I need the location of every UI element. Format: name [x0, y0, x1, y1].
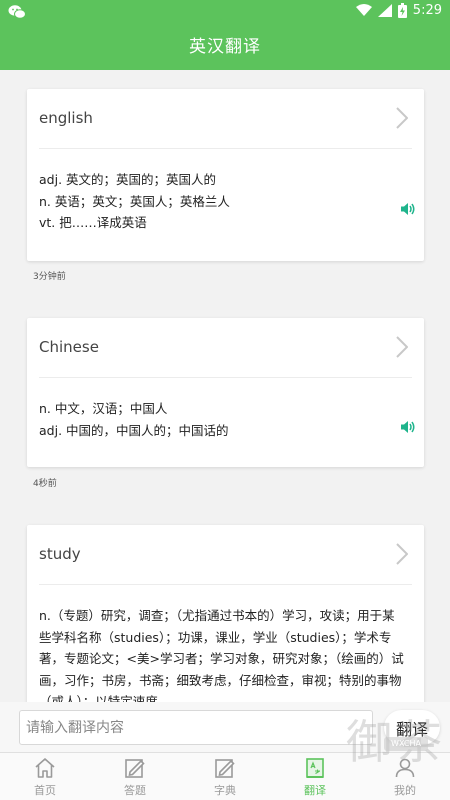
- translate-icon: [306, 758, 324, 778]
- page-title: 英汉翻译: [0, 24, 450, 70]
- nav-item-translate[interactable]: 翻译: [270, 753, 360, 800]
- nav-label: 答题: [124, 784, 146, 797]
- watermark-badge: WXCHA: [384, 737, 428, 751]
- word-text: english: [39, 109, 93, 127]
- definitions: adj. 英文的；英国的；英国人的 n. 英语；英文；英国人；英格兰人 vt. …: [27, 149, 424, 234]
- nav-label: 我的: [394, 784, 416, 797]
- definitions: n.（专题）研究，调查；（尤指通过书本的）学习，攻读；用于某些学科名称（stud…: [27, 585, 424, 702]
- nav-label: 字典: [214, 784, 236, 797]
- word-row[interactable]: english: [39, 89, 412, 149]
- home-icon: [35, 758, 55, 778]
- timestamp: 3分钟前: [33, 272, 66, 282]
- bottom-nav: 首页 答题 字典 翻译 我的: [0, 752, 450, 800]
- definition-line: n. 中文，汉语；中国人: [39, 401, 168, 416]
- wechat-icon: [8, 5, 26, 19]
- chevron-right-icon[interactable]: [396, 336, 408, 358]
- nav-item-me[interactable]: 我的: [360, 753, 450, 800]
- history-card[interactable]: Chinese n. 中文，汉语；中国人 adj. 中国的，中国人的；中国话的: [27, 318, 424, 467]
- signal-icon: [377, 4, 392, 17]
- user-icon: [395, 758, 415, 778]
- wifi-icon: [355, 4, 372, 16]
- speaker-icon[interactable]: [400, 201, 416, 217]
- input-bar: 翻译: [0, 702, 450, 752]
- translate-input[interactable]: [19, 710, 373, 745]
- nav-label: 首页: [34, 784, 56, 797]
- timestamp: 4秒前: [33, 479, 57, 489]
- definition-line: adj. 英文的；英国的；英国人的: [39, 172, 217, 187]
- definition-line: adj. 中国的，中国人的；中国话的: [39, 422, 229, 438]
- definition-line: vt. 把……译成英语: [39, 215, 147, 230]
- edit-icon: [125, 759, 145, 778]
- word-text: Chinese: [39, 338, 99, 356]
- status-bar: 5:29: [0, 0, 450, 24]
- definitions: n. 中文，汉语；中国人 adj. 中国的，中国人的；中国话的: [27, 378, 424, 441]
- word-text: study: [39, 545, 81, 563]
- history-list[interactable]: english adj. 英文的；英国的；英国人的 n. 英语；英文；英国人；英…: [0, 70, 450, 702]
- status-time: 5:29: [412, 3, 442, 18]
- chevron-right-icon[interactable]: [396, 543, 408, 565]
- nav-item-home[interactable]: 首页: [0, 753, 90, 800]
- definition-text: n.（专题）研究，调查；（尤指通过书本的）学习，攻读；用于某些学科名称（stud…: [39, 608, 404, 702]
- definition-line: n. 英语；英文；英国人；英格兰人: [39, 193, 230, 209]
- dictionary-icon: [215, 759, 235, 778]
- word-row[interactable]: Chinese: [39, 318, 412, 378]
- nav-label: 翻译: [304, 784, 326, 797]
- nav-item-quiz[interactable]: 答题: [90, 753, 180, 800]
- chevron-right-icon[interactable]: [396, 107, 408, 129]
- battery-icon: [397, 3, 407, 18]
- speaker-icon[interactable]: [400, 419, 416, 435]
- history-card[interactable]: english adj. 英文的；英国的；英国人的 n. 英语；英文；英国人；英…: [27, 89, 424, 261]
- history-card[interactable]: study n.（专题）研究，调查；（尤指通过书本的）学习，攻读；用于某些学科名…: [27, 525, 424, 702]
- word-row[interactable]: study: [39, 525, 412, 585]
- nav-item-dictionary[interactable]: 字典: [180, 753, 270, 800]
